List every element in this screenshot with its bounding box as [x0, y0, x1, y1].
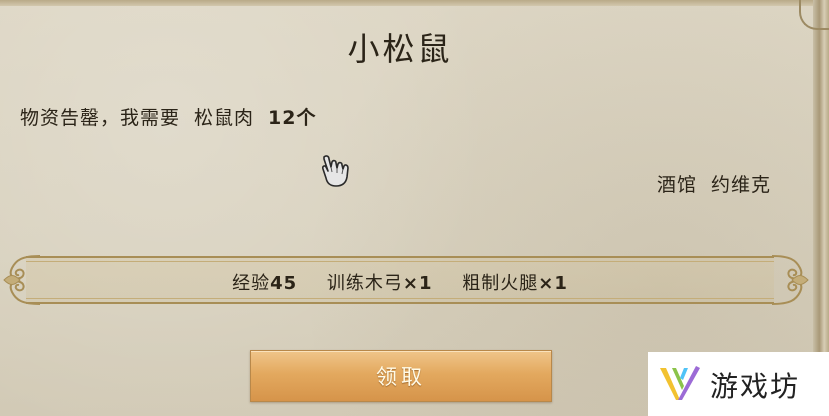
claim-button[interactable]: 领取 — [250, 350, 552, 402]
frame-top-border — [0, 0, 829, 6]
request-item-name: 松鼠肉 — [194, 107, 255, 129]
reward-amount: ×1 — [402, 273, 433, 294]
reward-item: 粗制火腿×1 — [462, 273, 568, 294]
reward-item: 训练木弓×1 — [327, 273, 433, 294]
watermark: 游戏坊 — [648, 352, 829, 416]
reward-amount: 45 — [270, 273, 298, 294]
npc-info: 酒馆 约维克 — [657, 170, 771, 197]
watermark-text: 游戏坊 — [710, 370, 801, 403]
reward-list: 经验45 训练木弓×1 粗制火腿×1 — [26, 269, 774, 295]
npc-location: 酒馆 — [656, 174, 697, 196]
quest-dialog-panel: 小松鼠 物资告罄，我需要 松鼠肉 12个 酒馆 约维克 经验45 训练木弓×1 粗制火… — [0, 0, 829, 416]
reward-label: 粗制火腿 — [462, 273, 539, 294]
reward-label: 训练木弓 — [326, 273, 403, 294]
request-item-count: 12个 — [268, 107, 317, 129]
reward-bar: 经验45 训练木弓×1 粗制火腿×1 — [0, 250, 813, 310]
watermark-logo-icon — [660, 366, 700, 400]
hand-cursor-icon — [318, 153, 354, 189]
quest-title: 小松鼠 — [347, 30, 453, 68]
npc-name: 约维克 — [710, 174, 771, 196]
request-text: 物资告罄，我需要 — [20, 107, 181, 129]
reward-label: 经验 — [232, 273, 271, 294]
quest-request-line: 物资告罄，我需要 松鼠肉 12个 — [20, 103, 316, 130]
reward-amount: ×1 — [538, 273, 568, 294]
reward-item: 经验45 — [232, 273, 297, 294]
frame-corner-ornament — [799, 0, 829, 30]
